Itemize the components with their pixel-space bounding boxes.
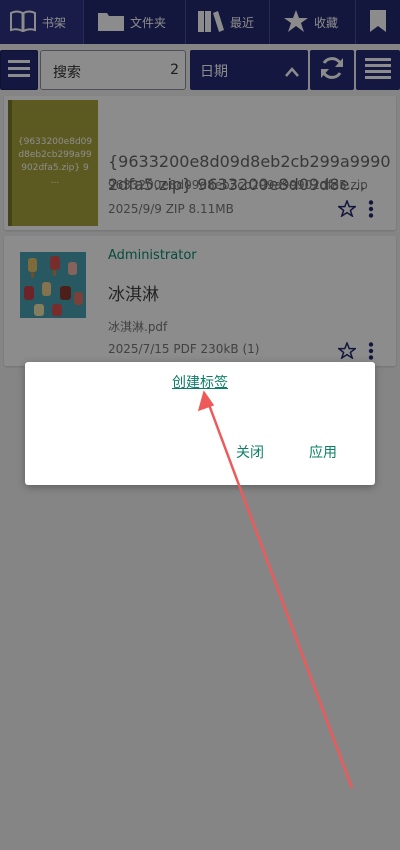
annotation-arrow xyxy=(197,390,354,789)
